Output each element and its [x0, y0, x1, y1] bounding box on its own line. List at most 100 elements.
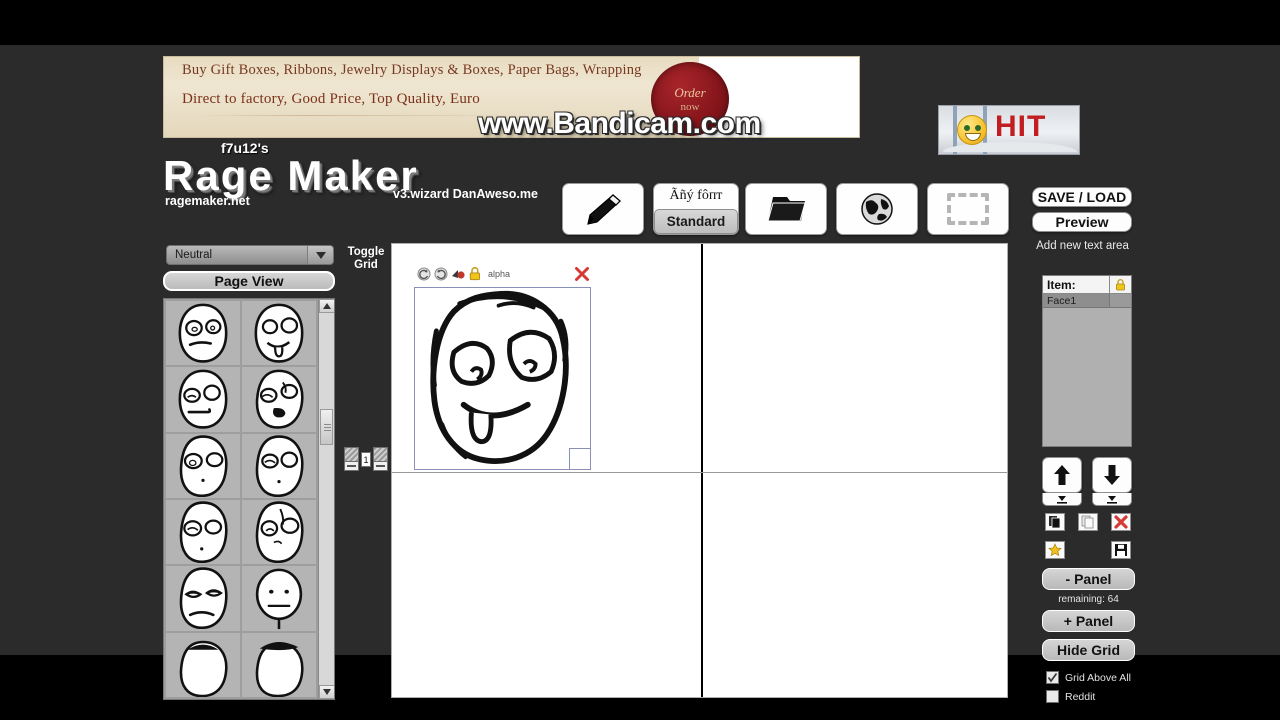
- pencil-icon: [587, 194, 621, 225]
- dashed-selection-icon: [947, 193, 989, 225]
- rotate-right-icon[interactable]: [434, 267, 448, 281]
- toggle-grid-line-1: Toggle: [347, 246, 385, 258]
- move-up-button[interactable]: [1042, 457, 1082, 493]
- arrow-up-icon: [1054, 465, 1070, 485]
- delete-button[interactable]: [1111, 513, 1131, 531]
- add-panel-button[interactable]: + Panel: [1042, 610, 1135, 632]
- folder-icon: [767, 197, 806, 222]
- list-item[interactable]: [242, 433, 316, 498]
- paste-button[interactable]: [1078, 513, 1098, 531]
- mood-selected-value: Neutral: [175, 249, 213, 261]
- mood-dropdown[interactable]: Neutral: [166, 245, 334, 265]
- list-item[interactable]: [166, 367, 240, 432]
- hide-grid-button[interactable]: Hide Grid: [1042, 639, 1135, 661]
- save-load-button[interactable]: SAVE / LOAD: [1032, 187, 1132, 207]
- paste-icon: [1081, 515, 1094, 529]
- grid-above-all-label: Grid Above All: [1065, 671, 1131, 684]
- list-item[interactable]: [242, 566, 316, 631]
- web-gallery-button[interactable]: [836, 183, 918, 235]
- scroll-grip: [324, 424, 331, 425]
- grid-above-all-checkbox[interactable]: [1046, 671, 1059, 684]
- list-item[interactable]: [166, 301, 240, 366]
- version-label: v3.wizard DanAweso.me: [393, 187, 538, 201]
- hit-ad-text: HIT: [995, 110, 1047, 143]
- resize-handle[interactable]: [569, 448, 591, 470]
- favorite-button[interactable]: [1045, 541, 1065, 559]
- smiley-eye-left: [964, 125, 970, 131]
- item-lock-cell[interactable]: [1109, 294, 1131, 307]
- add-text-area-link[interactable]: Add new text area: [1030, 240, 1135, 252]
- item-list-panel: Item: Face1: [1042, 275, 1132, 447]
- selected-item-frame[interactable]: [414, 287, 591, 470]
- hit-ad[interactable]: HIT: [938, 105, 1080, 155]
- bandicam-watermark: www.Bandicam.com: [478, 107, 761, 140]
- font-style-selected[interactable]: Standard: [654, 208, 738, 234]
- save-button[interactable]: [1111, 541, 1131, 559]
- remove-panel-button[interactable]: - Panel: [1042, 568, 1135, 590]
- panel-count-input[interactable]: 1: [361, 451, 371, 467]
- panel-layout-control[interactable]: 1: [344, 444, 388, 474]
- close-selection-button[interactable]: [574, 266, 590, 282]
- smiley-eye-right: [975, 125, 981, 131]
- rage-face-thumb: [254, 303, 304, 363]
- font-sample-label: Ãñý fôпт: [669, 187, 723, 203]
- rage-face-thumb: [255, 641, 304, 697]
- reddit-checkbox[interactable]: [1046, 690, 1059, 703]
- list-item[interactable]: [242, 499, 316, 565]
- face-gallery-panel[interactable]: [163, 298, 335, 700]
- send-to-top-icon: [1057, 495, 1067, 504]
- draw-tool-button[interactable]: [562, 183, 644, 235]
- close-x-icon: [575, 267, 589, 281]
- checkmark-icon: [1047, 672, 1058, 683]
- preview-button[interactable]: Preview: [1032, 212, 1132, 232]
- move-down-button[interactable]: [1092, 457, 1132, 493]
- star-icon: [1048, 543, 1062, 557]
- list-item[interactable]: [242, 367, 316, 432]
- smiley-icon: [957, 115, 987, 145]
- send-to-top-button[interactable]: [1042, 493, 1082, 506]
- scroll-up-button[interactable]: [319, 299, 334, 313]
- scrollbar-thumb[interactable]: [320, 409, 333, 445]
- comic-canvas[interactable]: alpha: [391, 243, 1008, 698]
- list-item[interactable]: [166, 566, 240, 631]
- send-to-bottom-button[interactable]: [1092, 493, 1132, 506]
- selection-tool-button[interactable]: [927, 183, 1009, 235]
- lock-icon[interactable]: [468, 267, 482, 281]
- split-right-icon: [374, 448, 387, 462]
- list-item[interactable]: [166, 433, 240, 498]
- copy-button[interactable]: [1045, 513, 1065, 531]
- toggle-grid-label[interactable]: Toggle Grid: [344, 246, 388, 272]
- rage-face-thumb: [179, 501, 228, 564]
- list-item[interactable]: [242, 632, 316, 697]
- chevron-down-icon[interactable]: [307, 246, 333, 264]
- list-item[interactable]: [166, 632, 240, 697]
- list-item[interactable]: [166, 499, 240, 565]
- reddit-checkbox-row[interactable]: Reddit: [1046, 690, 1095, 703]
- rage-face-thumb: [178, 303, 228, 363]
- page-title: Rage Maker: [163, 152, 419, 199]
- rage-face-thumb: [178, 369, 228, 430]
- grid-line-horizontal: [392, 472, 1007, 473]
- grid-above-all-checkbox-row[interactable]: Grid Above All: [1046, 671, 1131, 684]
- scroll-down-button[interactable]: [319, 685, 334, 699]
- rage-face-thumb: [255, 369, 304, 430]
- video-frame: Buy Gift Boxes, Ribbons, Jewelry Display…: [0, 0, 1280, 720]
- toggle-grid-line-2: Grid: [354, 259, 378, 271]
- rage-face-thumb: [179, 567, 228, 630]
- font-tool-button[interactable]: Ãñý fôпт Standard: [653, 183, 739, 235]
- table-row[interactable]: Face1: [1043, 294, 1131, 308]
- floppy-save-icon: [1115, 544, 1127, 556]
- rage-face-thumb: [255, 501, 304, 564]
- split-left-base: [345, 462, 358, 470]
- rotate-left-icon[interactable]: [417, 267, 431, 281]
- page-view-button[interactable]: Page View: [163, 271, 335, 291]
- rage-face-thumb: [255, 568, 303, 630]
- split-left-button[interactable]: [344, 447, 359, 471]
- copy-icon: [1049, 516, 1061, 529]
- rage-face-thumb: [255, 434, 304, 497]
- list-item[interactable]: [242, 301, 316, 366]
- face-gallery-scrollbar[interactable]: [318, 299, 334, 699]
- open-folder-button[interactable]: [745, 183, 827, 235]
- flip-color-icon[interactable]: [451, 267, 465, 281]
- split-right-button[interactable]: [373, 447, 388, 471]
